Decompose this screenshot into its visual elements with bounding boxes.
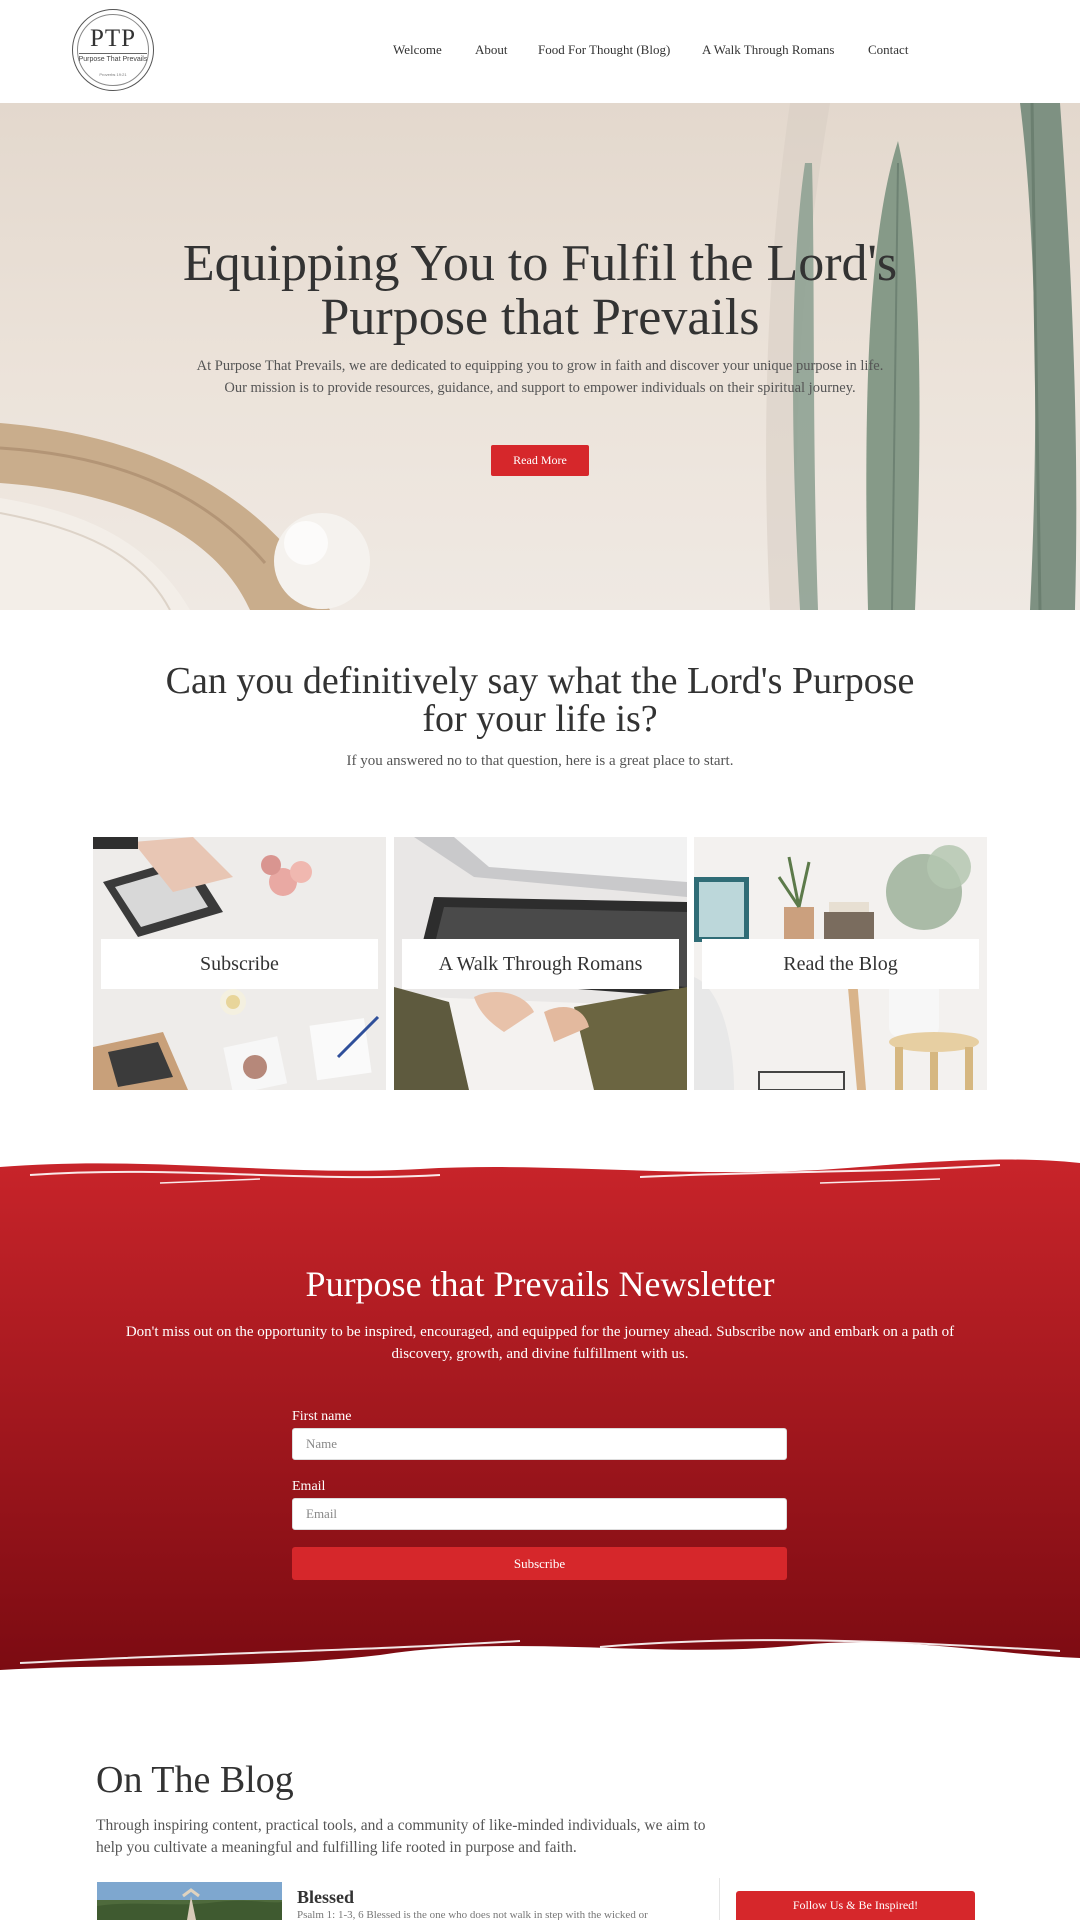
logo-small-text: Proverbs 19:21 (99, 72, 127, 77)
card-romans-label: A Walk Through Romans (402, 939, 679, 989)
subscribe-button[interactable]: Subscribe (292, 1547, 787, 1580)
logo-subtitle: Purpose That Prevails (78, 56, 148, 63)
first-name-label: First name (292, 1409, 352, 1424)
site-header: PTP Purpose That Prevails Proverbs 19:21… (0, 0, 1080, 103)
card-romans[interactable]: A Walk Through Romans (394, 837, 687, 1090)
card-subscribe[interactable]: Subscribe (93, 837, 386, 1090)
card-blog[interactable]: Read the Blog (694, 837, 987, 1090)
card-subscribe-label: Subscribe (101, 939, 378, 989)
nav-blog[interactable]: Food For Thought (Blog) (538, 42, 670, 58)
hero-text: At Purpose That Prevails, we are dedicat… (196, 358, 884, 396)
nav-romans[interactable]: A Walk Through Romans (702, 42, 834, 58)
post-thumbnail[interactable] (97, 1882, 282, 1920)
blog-text: Through inspiring content, practical too… (96, 1817, 706, 1856)
read-more-button[interactable]: Read More (491, 445, 589, 476)
newsletter-text: Don't miss out on the opportunity to be … (125, 1324, 955, 1362)
site-logo[interactable]: PTP Purpose That Prevails Proverbs 19:21 (72, 9, 154, 91)
newsletter-background (0, 1159, 1080, 1670)
logo-initials: PTP (89, 25, 137, 52)
hero-title: Equipping You to Fulfil the Lord's Purpo… (182, 235, 898, 346)
blog-divider (719, 1878, 720, 1920)
hero-section: Equipping You to Fulfil the Lord's Purpo… (0, 103, 1080, 610)
newsletter-title: Purpose that Prevails Newsletter (305, 1264, 775, 1304)
newsletter-section: Purpose that Prevails Newsletter Don't m… (0, 1155, 1080, 1675)
main-nav: Welcome About Food For Thought (Blog) A … (0, 42, 1080, 62)
blog-title: On The Blog (96, 1759, 294, 1801)
nav-about[interactable]: About (475, 42, 508, 58)
post-excerpt: Psalm 1: 1-3, 6 Blessed is the one who d… (297, 1909, 648, 1920)
email-label: Email (292, 1479, 326, 1494)
email-input[interactable] (292, 1498, 787, 1530)
card-blog-label: Read the Blog (702, 939, 979, 989)
question-subtitle: If you answered no to that question, her… (346, 753, 734, 769)
post-thumbnail-image (97, 1882, 282, 1920)
first-name-input[interactable] (292, 1428, 787, 1460)
post-title[interactable]: Blessed (297, 1887, 354, 1908)
follow-us-button[interactable]: Follow Us & Be Inspired! (736, 1891, 975, 1920)
nav-contact[interactable]: Contact (868, 42, 908, 58)
logo-rule (79, 53, 147, 54)
question-title: Can you definitively say what the Lord's… (165, 660, 915, 740)
nav-welcome[interactable]: Welcome (393, 42, 442, 58)
